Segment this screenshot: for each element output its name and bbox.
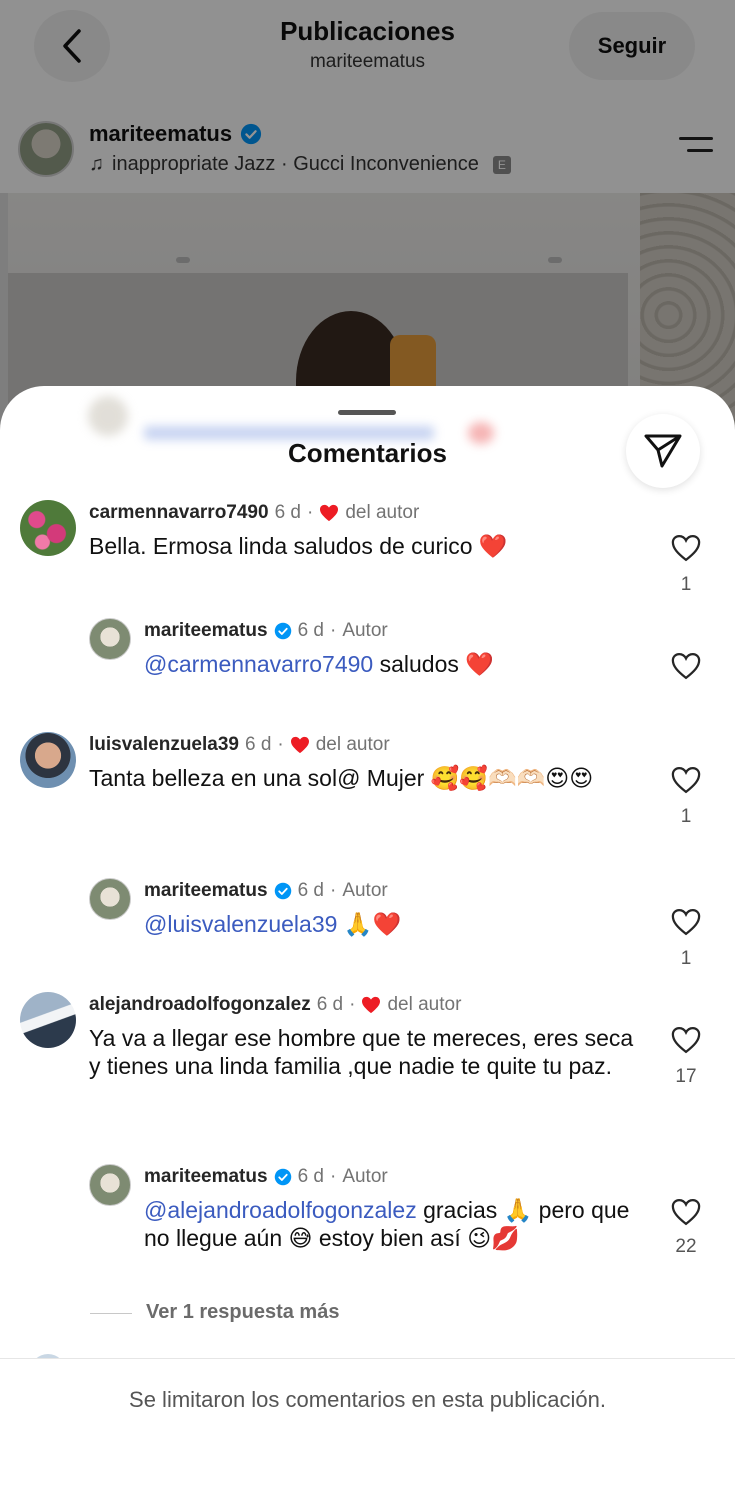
comment-username[interactable]: carmennavarro7490 [89, 502, 269, 524]
comment-time: 6 d [297, 880, 324, 901]
heart-outline-icon[interactable] [671, 1026, 701, 1054]
comment-time: 6 d [297, 620, 324, 641]
heart-outline-icon[interactable] [671, 908, 701, 936]
author-tag: Autor [342, 1166, 388, 1187]
replies-divider [90, 1313, 132, 1314]
comment-username[interactable]: mariteematus [144, 620, 268, 642]
mention-link[interactable]: @luisvalenzuela39 [144, 911, 337, 937]
heart-outline-icon[interactable] [671, 766, 701, 794]
like-count[interactable]: 1 [671, 574, 701, 596]
verified-badge-icon [274, 622, 291, 640]
sheet-title: Comentarios [288, 438, 447, 468]
author-tag: Autor [342, 880, 388, 901]
share-button[interactable] [626, 414, 700, 488]
comments-limited-footer: Se limitaron los comentarios en esta pub… [0, 1358, 735, 1500]
avatar[interactable] [20, 732, 76, 788]
send-icon [644, 434, 682, 468]
verified-badge-icon [274, 882, 291, 900]
comment-username[interactable]: mariteematus [144, 880, 268, 902]
separator-dot: · [307, 502, 314, 523]
comment-text: @luisvalenzuela39 🙏❤️ [144, 910, 644, 938]
heart-outline-icon[interactable] [671, 1198, 701, 1226]
comment-time: 6 d [297, 1166, 324, 1187]
like-count[interactable]: 22 [667, 1236, 705, 1258]
reply-body: saludos ❤️ [373, 651, 494, 677]
avatar[interactable] [89, 618, 131, 660]
heart-outline-icon[interactable] [671, 652, 701, 680]
comment-time: 6 d [316, 994, 344, 1015]
separator-dot: · [329, 620, 337, 641]
author-like-tag: del autor [345, 502, 420, 523]
comments-limited-notice: Se limitaron los comentarios en esta pub… [129, 1387, 606, 1412]
comment-username[interactable]: alejandroadolfogonzalez [89, 994, 311, 1016]
comment-meta: mariteematus 6 d · Autor [144, 620, 388, 642]
mention-link[interactable]: @alejandroadolfogonzalez [144, 1197, 417, 1223]
like-count[interactable]: 1 [671, 806, 701, 828]
avatar[interactable] [20, 500, 76, 556]
verified-badge-icon [274, 1168, 291, 1186]
avatar[interactable] [89, 1164, 131, 1206]
author-like-tag: del autor [387, 994, 462, 1015]
comments-sheet: Comentarios carmennavarro7490 6 d · del … [0, 386, 735, 1500]
comment-text: Tanta belleza en una sol@ Mujer 🥰🥰🫶🏻🫶🏻😍😍 [89, 765, 594, 791]
author-tag: Autor [342, 620, 388, 641]
comment-time: 6 d [244, 734, 272, 755]
separator-dot: · [277, 734, 284, 755]
separator-dot: · [329, 880, 337, 901]
author-like-tag: del autor [315, 734, 390, 755]
separator-dot: · [329, 1166, 337, 1187]
avatar[interactable] [89, 878, 131, 920]
mention-link[interactable]: @carmennavarro7490 [144, 651, 373, 677]
heart-filled-icon [362, 996, 381, 1014]
comment-text: Ya va a llegar ese hombre que te mereces… [89, 1025, 634, 1079]
reply-body: 🙏❤️ [337, 911, 402, 937]
comment-text: @carmennavarro7490 saludos ❤️ [144, 650, 644, 678]
comment-meta: mariteematus 6 d · Autor [144, 880, 388, 902]
heart-filled-icon [320, 504, 339, 522]
blurred-comment [88, 386, 528, 446]
heart-filled-icon [290, 736, 309, 754]
comment-time: 6 d [274, 502, 301, 523]
separator-dot: · [349, 994, 356, 1015]
like-count[interactable]: 1 [671, 948, 701, 970]
comment-text: Bella. Ermosa linda saludos de curico ❤️ [89, 533, 508, 559]
comment-username[interactable]: mariteematus [144, 1166, 268, 1188]
heart-outline-icon[interactable] [671, 534, 701, 562]
comment-meta: mariteematus 6 d · Autor [144, 1166, 388, 1188]
avatar[interactable] [20, 992, 76, 1048]
comment-text: @alejandroadolfogonzalez gracias 🙏 pero … [144, 1196, 634, 1252]
sheet-grabber[interactable] [338, 410, 396, 415]
comment-meta: luisvalenzuela39 6 d · del autor [89, 734, 390, 756]
comment-meta: alejandroadolfogonzalez 6 d · del autor [89, 994, 461, 1016]
comment-username[interactable]: luisvalenzuela39 [89, 734, 239, 756]
comment-meta: carmennavarro7490 6 d · del autor [89, 502, 419, 524]
like-count[interactable]: 17 [667, 1066, 705, 1088]
view-more-replies-button[interactable]: Ver 1 respuesta más [146, 1301, 339, 1324]
